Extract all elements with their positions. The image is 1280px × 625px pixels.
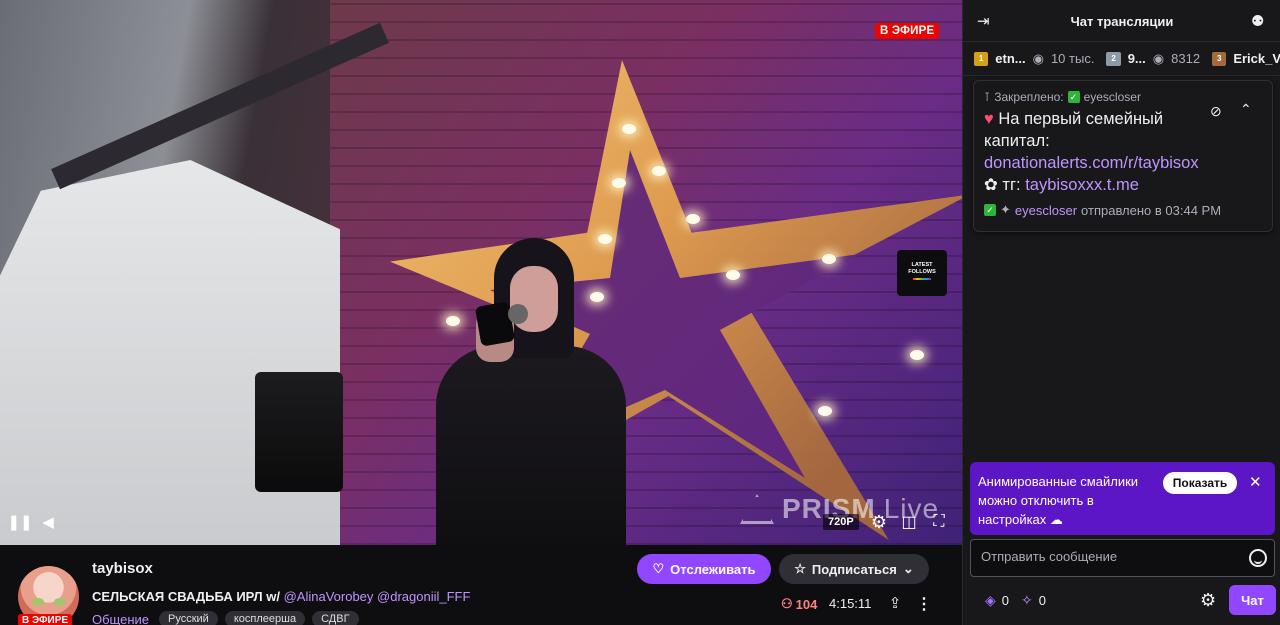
chat-header: ⇥ Чат трансляции ⚉	[963, 0, 1280, 42]
chevron-up-icon[interactable]: ⌃	[1240, 101, 1252, 118]
title-mention[interactable]: @dragoniil_FFF	[377, 589, 470, 604]
channel-points[interactable]: ◈ 0 ✧ 0	[985, 592, 1046, 609]
rank-2-badge: 2	[1106, 51, 1121, 66]
leaderboard-user[interactable]: etn...	[995, 51, 1025, 66]
more-options-icon[interactable]: ⋮	[914, 594, 934, 614]
fullscreen-icon[interactable]: ⛶	[928, 511, 950, 533]
avatar-live-badge: В ЭФИРЕ	[18, 614, 73, 625]
flower-emoji-icon: ✿	[984, 176, 998, 194]
tag[interactable]: Русский	[159, 611, 218, 625]
share-icon[interactable]: ⇪	[885, 594, 905, 614]
close-icon[interactable]: ✕	[1249, 473, 1262, 491]
chat-send-button[interactable]: Чат	[1229, 585, 1276, 615]
notice-text: Анимированные смайлики можно отключить в…	[978, 474, 1139, 527]
chat-input[interactable]	[970, 539, 1275, 577]
star-icon: ☆	[794, 561, 806, 576]
video-frame-bulb	[910, 350, 924, 360]
tag[interactable]: СДВГ	[312, 611, 359, 625]
category-link[interactable]: Общение	[92, 612, 149, 625]
chat-message-field[interactable]	[981, 549, 1231, 564]
video-frame-bulb	[822, 254, 836, 264]
chevron-down-icon: ⌄	[902, 561, 914, 576]
channel-info: В ЭФИРЕ taybisox СЕЛЬСКАЯ СВАДЬБА ИРЛ w/…	[0, 545, 962, 625]
video-frame-speaker	[255, 372, 343, 492]
person-icon: ⚇	[781, 596, 793, 611]
chat-leaderboard: 1 etn... ◉ 10 тыс. 2 9... ◉ 8312 3 Erick…	[963, 42, 1280, 76]
bits-icon: ✧	[1021, 592, 1033, 608]
video-frame-bulb	[818, 406, 832, 416]
leaderboard-user[interactable]: 9...	[1128, 51, 1146, 66]
video-frame-bulb	[622, 124, 636, 134]
video-frame-streamer	[436, 238, 626, 545]
pinned-message: ⊺ Закреплено: ✓ eyescloser ⊘ ⌃ ♥ На перв…	[973, 80, 1273, 232]
volume-icon[interactable]: ◀	[38, 512, 58, 532]
emoji-picker-icon[interactable]	[1249, 549, 1267, 567]
verified-badge-icon: ✓	[984, 204, 996, 216]
pin-icon: ⊺	[984, 90, 991, 104]
title-mention[interactable]: @AlinaVorobey	[284, 589, 374, 604]
stream-meta: Общение Русский косплеерша СДВГ	[92, 611, 359, 625]
stream-uptime: 4:15:11	[829, 596, 872, 611]
rank-1-badge: 1	[974, 51, 989, 66]
chat-title: Чат трансляции	[1070, 14, 1174, 29]
video-frame-bulb	[726, 270, 740, 280]
heart-emoji-icon: ♥	[984, 110, 994, 128]
eye-icon: ◉	[1152, 50, 1165, 66]
theatre-mode-icon[interactable]: ◫	[898, 511, 920, 533]
emote-icon: ☁	[1049, 512, 1063, 527]
rank-3-badge: 3	[1212, 51, 1227, 66]
show-button[interactable]: Показать	[1163, 472, 1237, 494]
telegram-link[interactable]: taybisoxxx.t.me	[1025, 176, 1139, 194]
latest-follows-overlay: LATEST FOLLOWS	[897, 250, 947, 296]
stream-title: СЕЛЬСКАЯ СВАДЬБА ИРЛ w/ @AlinaVorobey @d…	[92, 589, 471, 604]
donation-link[interactable]: donationalerts.com/r/taybisox	[984, 154, 1199, 172]
chat-footer: ◈ 0 ✧ 0 ⚙ Чат	[963, 585, 1280, 615]
hide-pinned-icon[interactable]: ⊘	[1210, 103, 1222, 120]
eye-icon: ◉	[1032, 50, 1044, 66]
prism-logo-icon	[740, 494, 774, 524]
heart-icon: ♡	[652, 561, 665, 576]
animated-emotes-notice: Анимированные смайлики можно отключить в…	[970, 462, 1275, 535]
quality-badge: 720P	[823, 514, 859, 530]
video-frame-bulb	[612, 178, 626, 188]
tag[interactable]: косплеерша	[224, 611, 306, 625]
sender-name[interactable]: eyescloser	[1015, 203, 1077, 218]
leaderboard-value: 10 тыс.	[1050, 51, 1095, 66]
leaderboard-user[interactable]: Erick_V	[1233, 51, 1280, 66]
streamer-name[interactable]: taybisox	[92, 560, 153, 577]
video-frame-bulb	[652, 166, 666, 176]
pinned-header: ⊺ Закреплено: ✓ eyescloser	[984, 90, 1141, 104]
video-player[interactable]: В ЭФИРЕ LATEST FOLLOWS PRISM Live ❚❚ ◀ 7…	[0, 0, 962, 545]
pause-icon[interactable]: ❚❚	[7, 512, 32, 532]
user-badge-icon: ✦	[1000, 202, 1011, 217]
follow-button[interactable]: ♡ Отслеживать	[637, 554, 771, 584]
users-icon[interactable]: ⚉	[1251, 12, 1264, 30]
live-badge: В ЭФИРЕ	[875, 23, 940, 39]
video-frame-bulb	[686, 214, 700, 224]
subscribe-button[interactable]: ☆ Подписаться ⌄	[779, 554, 929, 584]
leaderboard-value: 8312	[1171, 51, 1201, 66]
channel-points-icon: ◈	[985, 592, 996, 608]
pinned-sent-info: ✓ ✦ eyescloser отправлено в 03:44 PM	[984, 202, 1221, 218]
chat-settings-gear-icon[interactable]: ⚙	[1200, 590, 1216, 611]
verified-badge-icon: ✓	[1067, 91, 1080, 103]
viewer-count: ⚇ 104	[781, 596, 818, 612]
gear-icon[interactable]: ⚙	[868, 511, 890, 533]
pinned-message-text: ♥ На первый семейный капитал: donational…	[984, 110, 1199, 194]
